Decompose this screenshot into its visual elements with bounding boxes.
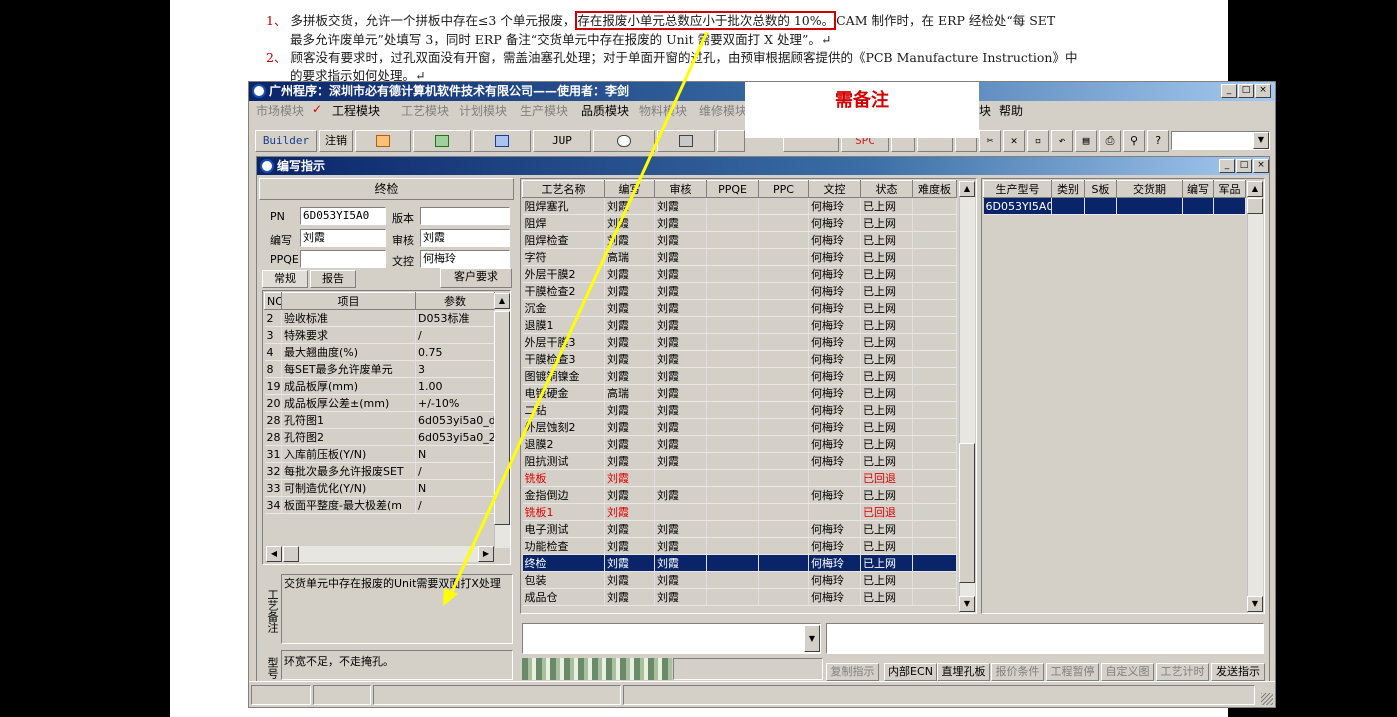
annotation-arrow [443, 31, 709, 606]
arrow-line [448, 31, 709, 597]
arrow-head [443, 588, 458, 606]
